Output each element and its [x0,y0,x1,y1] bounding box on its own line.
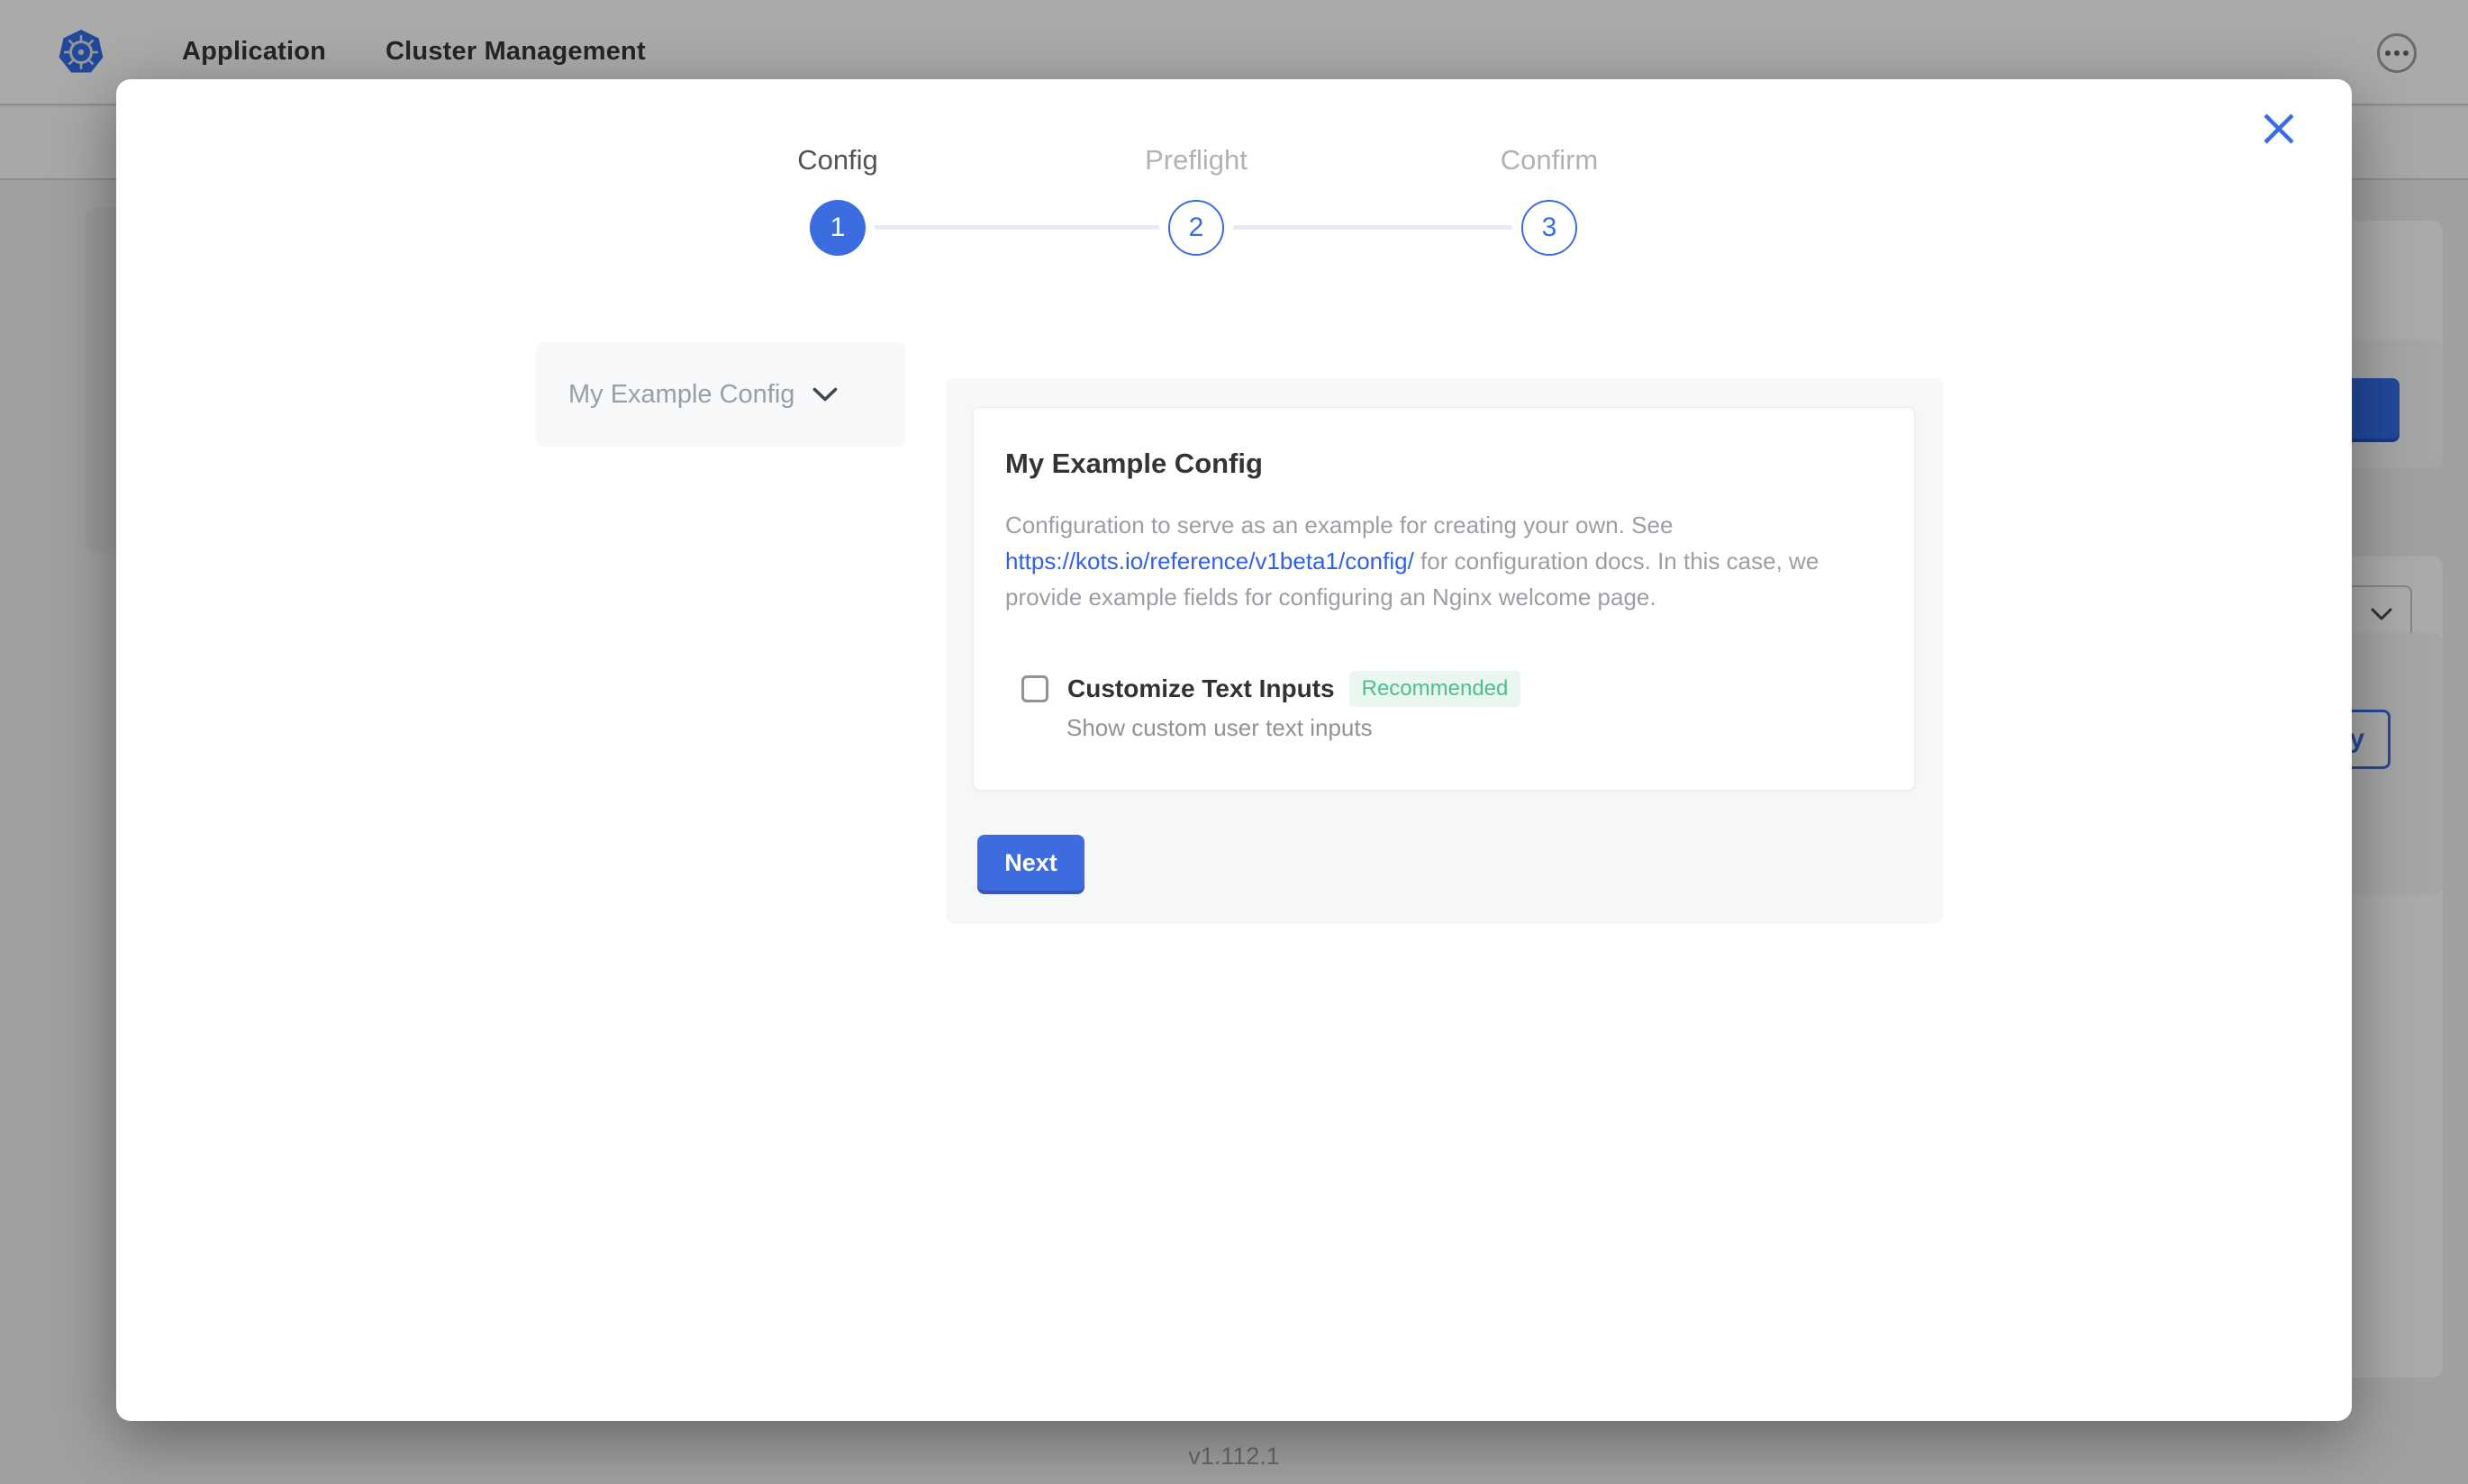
checkbox-row: Customize Text Inputs Recommended [1021,671,1520,707]
config-wizard-modal: Config Preflight Confirm 1 2 3 My Exampl… [116,79,2352,1421]
config-group-dropdown-label: My Example Config [568,380,794,410]
screen: Application Cluster Management 0 y v1.11… [0,0,2468,1484]
customize-text-inputs-checkbox[interactable] [1021,675,1048,702]
recommended-badge: Recommended [1349,671,1521,707]
config-docs-link[interactable]: https://kots.io/reference/v1beta1/config… [1005,547,1414,575]
chevron-down-icon [812,387,838,403]
config-section-panel: My Example Config Configuration to serve… [946,378,1943,924]
step-circle-2: 2 [1168,200,1224,256]
step-circle-1: 1 [810,200,866,256]
next-button[interactable]: Next [977,835,1084,891]
step-connector-2 [1233,225,1512,230]
step-connector-1 [875,225,1159,230]
config-group-card: My Example Config Configuration to serve… [973,407,1915,791]
step-circle-3: 3 [1521,200,1577,256]
checkbox-help-text: Show custom user text inputs [1066,714,1373,742]
close-icon[interactable] [2256,106,2301,151]
config-group-dropdown[interactable]: My Example Config [536,342,906,447]
step-label-preflight: Preflight [1079,144,1313,176]
checkbox-label[interactable]: Customize Text Inputs [1067,674,1335,703]
step-label-confirm: Confirm [1432,144,1666,176]
config-group-description: Configuration to serve as an example for… [1005,507,1879,615]
step-label-config: Config [721,144,955,176]
config-group-title: My Example Config [1005,448,1263,480]
